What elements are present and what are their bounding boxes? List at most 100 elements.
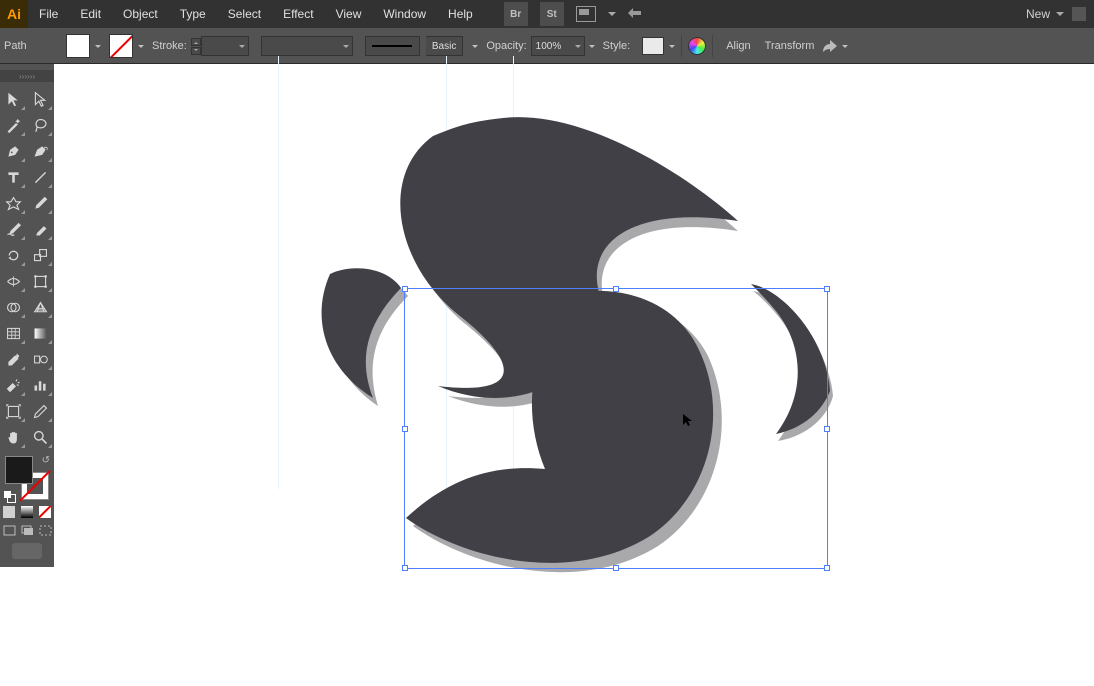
arrange-documents-icon[interactable] — [576, 6, 596, 22]
style-swatch[interactable] — [642, 37, 664, 55]
menu-edit[interactable]: Edit — [69, 0, 112, 28]
divider — [681, 35, 682, 57]
stroke-control[interactable] — [109, 34, 144, 58]
chevron-down-icon[interactable] — [472, 45, 478, 51]
variable-width-profile[interactable] — [261, 36, 353, 56]
brush-definition[interactable]: Basic — [365, 36, 478, 56]
pen-tool[interactable] — [0, 138, 27, 164]
default-fill-stroke-icon[interactable] — [4, 491, 14, 501]
transform-button[interactable]: Transform — [758, 37, 822, 55]
opacity-dropdown[interactable]: 100% — [531, 36, 585, 56]
eyedropper-tool[interactable] — [0, 346, 27, 372]
chevron-down-icon[interactable] — [138, 45, 144, 51]
chevron-right-icon[interactable] — [589, 45, 595, 51]
chevron-down-icon — [1056, 12, 1064, 20]
stroke-swatch[interactable] — [109, 34, 133, 58]
shape-builder-tool[interactable] — [0, 294, 27, 320]
artwork-fill-group[interactable] — [322, 117, 830, 563]
chevron-down-icon[interactable] — [95, 45, 101, 51]
chevron-down-icon[interactable] — [669, 45, 675, 51]
chevron-down-icon[interactable] — [842, 45, 848, 51]
perspective-grid-tool[interactable] — [27, 294, 54, 320]
width-tool[interactable] — [0, 268, 27, 294]
brush-preview — [365, 36, 420, 56]
menubar-right: New — [1026, 7, 1094, 21]
slice-tool[interactable] — [27, 398, 54, 424]
draw-mode-row — [0, 523, 54, 537]
chevron-down-icon[interactable] — [608, 12, 616, 20]
eraser-tool[interactable] — [27, 216, 54, 242]
menu-select[interactable]: Select — [217, 0, 272, 28]
rectangle-tool[interactable] — [0, 190, 27, 216]
menu-file[interactable]: File — [28, 0, 69, 28]
opacity-label[interactable]: Opacity: — [486, 40, 526, 52]
menu-window[interactable]: Window — [372, 0, 437, 28]
rotate-tool[interactable] — [0, 242, 27, 268]
scale-tool[interactable] — [27, 242, 54, 268]
stroke-label[interactable]: Stroke: — [152, 40, 187, 52]
doc-selector-icon[interactable] — [1072, 7, 1086, 21]
menu-effect[interactable]: Effect — [272, 0, 324, 28]
menu-object[interactable]: Object — [112, 0, 169, 28]
fill-large-swatch[interactable] — [5, 456, 33, 484]
stepper-down-icon[interactable] — [191, 47, 201, 55]
color-mode-none[interactable] — [36, 504, 54, 520]
mesh-tool[interactable] — [0, 320, 27, 346]
draw-behind-icon[interactable] — [18, 523, 36, 537]
color-mode-row — [0, 504, 54, 520]
fill-control[interactable] — [66, 34, 101, 58]
fill-swatch[interactable] — [66, 34, 90, 58]
color-mode-solid[interactable] — [0, 504, 18, 520]
stroke-weight-stepper[interactable] — [191, 38, 201, 55]
swap-fill-stroke-icon[interactable]: ↺ — [42, 455, 50, 466]
fill-shape-left[interactable] — [322, 268, 401, 398]
type-tool[interactable] — [0, 164, 27, 190]
symbol-sprayer-tool[interactable] — [0, 372, 27, 398]
chevron-down-icon — [239, 45, 245, 51]
screen-mode-button[interactable] — [12, 543, 42, 559]
magic-wand-tool[interactable] — [0, 112, 27, 138]
menu-view[interactable]: View — [325, 0, 373, 28]
vwp-dropdown[interactable] — [261, 36, 353, 56]
app-logo[interactable]: Ai — [0, 0, 28, 28]
canvas-area[interactable] — [58, 66, 1094, 684]
menubar: Ai File Edit Object Type Select Effect V… — [0, 0, 1094, 28]
curvature-tool[interactable] — [27, 138, 54, 164]
gradient-tool[interactable] — [27, 320, 54, 346]
isolate-icon[interactable] — [821, 38, 839, 54]
workspace-switcher[interactable]: New — [1026, 7, 1064, 21]
search-icon[interactable] — [628, 6, 644, 23]
fill-stroke-swatches[interactable]: ↺ — [5, 456, 49, 500]
draw-inside-icon[interactable] — [36, 523, 54, 537]
bridge-icon[interactable]: Br — [504, 2, 528, 26]
draw-normal-icon[interactable] — [0, 523, 18, 537]
brush-label: Basic — [426, 36, 463, 56]
menubar-left: Ai File Edit Object Type Select Effect V… — [0, 0, 644, 28]
line-segment-tool[interactable] — [27, 164, 54, 190]
stroke-weight-dropdown[interactable] — [201, 36, 249, 56]
menu-help[interactable]: Help — [437, 0, 484, 28]
free-transform-tool[interactable] — [27, 268, 54, 294]
graphic-style-control[interactable] — [642, 37, 675, 55]
selection-tool[interactable] — [0, 86, 27, 112]
stock-icon[interactable]: St — [540, 2, 564, 26]
lasso-tool[interactable] — [27, 112, 54, 138]
menu-type[interactable]: Type — [169, 0, 217, 28]
artboard-tool[interactable] — [0, 398, 27, 424]
align-button[interactable]: Align — [719, 37, 757, 55]
tools-grip[interactable]: ›››››› — [0, 70, 54, 82]
paintbrush-tool[interactable] — [27, 190, 54, 216]
zoom-tool[interactable] — [27, 424, 54, 450]
shaper-tool[interactable] — [0, 216, 27, 242]
stepper-up-icon[interactable] — [191, 38, 201, 46]
column-graph-tool[interactable] — [27, 372, 54, 398]
recolor-artwork-icon[interactable] — [688, 37, 706, 55]
blend-tool[interactable] — [27, 346, 54, 372]
direct-selection-tool[interactable] — [27, 86, 54, 112]
style-label[interactable]: Style: — [603, 40, 631, 52]
hand-tool[interactable] — [0, 424, 27, 450]
color-mode-gradient[interactable] — [18, 504, 36, 520]
chevron-down-icon — [575, 45, 581, 51]
artwork[interactable] — [58, 66, 978, 686]
fill-shape-bottom[interactable] — [406, 291, 713, 563]
